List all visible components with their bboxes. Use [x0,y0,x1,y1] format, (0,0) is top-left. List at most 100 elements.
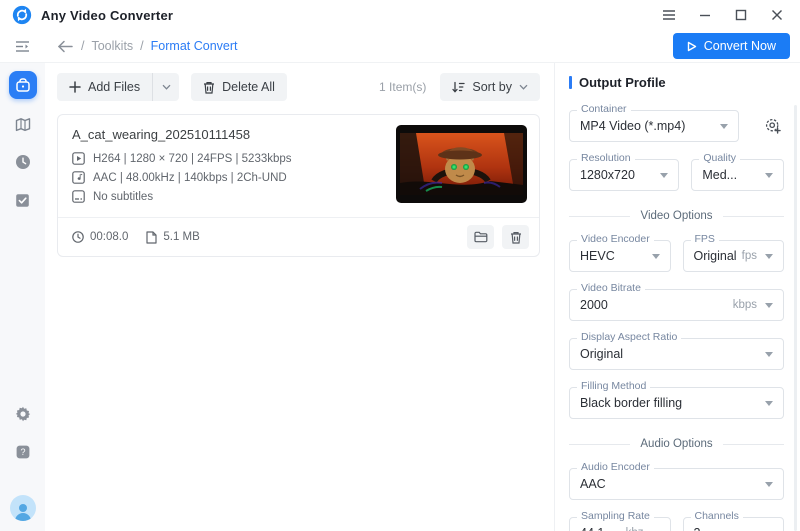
trash-icon [510,231,522,244]
svg-text:?: ? [20,447,25,457]
subtitle-info: No subtitles [93,191,153,203]
audio-info: AAC | 48.00kHz | 140kbps | 2Ch-UND [93,172,287,184]
chevron-down-icon [652,254,660,259]
file-list-area: Add Files Delete All 1 Item(s) Sort by [45,63,555,531]
trash-icon [203,81,215,94]
filling-method-label: Filling Method [577,380,650,392]
panel-title: Output Profile [579,75,666,90]
nav-row: / Toolkits / Format Convert Convert Now [0,30,800,62]
main-content: ? Add Files [0,62,800,531]
audio-encoder-label: Audio Encoder [577,461,654,473]
add-files-dropdown-chevron[interactable] [153,73,179,101]
channels-select[interactable]: Channels 2 [683,517,785,531]
chevron-down-icon [660,173,668,178]
menu-icon[interactable] [658,5,680,25]
file-item-card[interactable]: A_cat_wearing_202510111458 H264 | 1280 ×… [57,114,540,257]
audio-options-divider: Audio Options [569,436,784,452]
video-encoder-label: Video Encoder [577,233,654,245]
duration-stat: 00:08.0 [72,231,128,243]
add-files-label: Add Files [88,80,140,94]
video-options-divider: Video Options [569,208,784,224]
container-value: MP4 Video (*.mp4) [580,119,720,133]
quality-select[interactable]: Quality Med... [691,159,784,191]
delete-all-button[interactable]: Delete All [191,73,287,101]
maximize-button[interactable] [730,5,752,25]
sidebar-collapse-icon[interactable] [0,40,45,53]
fps-unit: fps [742,250,757,262]
file-actions [467,225,529,249]
video-bitrate-unit: kbps [733,299,757,311]
filling-method-value: Black border filling [580,396,765,410]
scrollbar[interactable] [794,105,797,531]
toolbox-icon [15,77,31,93]
display-aspect-ratio-select[interactable]: Display Aspect Ratio Original [569,338,784,370]
sort-icon [452,81,465,93]
panel-header: Output Profile [569,75,784,90]
resolution-select[interactable]: Resolution 1280x720 [569,159,679,191]
container-select[interactable]: Container MP4 Video (*.mp4) [569,110,739,142]
item-count: 1 Item(s) [379,80,426,94]
audio-encoder-select[interactable]: Audio Encoder AAC [569,468,784,500]
chevron-down-icon [765,303,773,308]
sampling-rate-unit: khz [626,527,644,531]
video-bitrate-input[interactable]: Video Bitrate 2000 kbps [569,289,784,321]
convert-now-button[interactable]: Convert Now [673,33,790,59]
video-options-label: Video Options [640,210,712,222]
convert-now-label: Convert Now [704,39,776,53]
back-arrow-icon[interactable] [57,40,73,53]
video-bitrate-value: 2000 [580,298,729,312]
audio-encoder-value: AAC [580,477,765,491]
breadcrumb-separator: / [140,39,143,53]
close-button[interactable] [766,5,788,25]
breadcrumb-separator: / [81,39,84,53]
video-thumbnail[interactable] [396,125,527,203]
folder-icon [474,231,488,243]
audio-info-row: AAC | 48.00kHz | 140kbps | 2Ch-UND [72,171,386,184]
open-folder-button[interactable] [467,225,494,249]
add-files-split-button: Add Files [57,73,179,101]
output-profile-panel: Output Profile Container MP4 Video (*.mp… [555,63,800,531]
delete-all-label: Delete All [222,80,275,94]
filling-method-select[interactable]: Filling Method Black border filling [569,387,784,419]
minimize-button[interactable] [694,5,716,25]
quality-value: Med... [702,168,765,182]
file-info: A_cat_wearing_202510111458 H264 | 1280 ×… [72,125,386,209]
chevron-down-icon [162,84,171,90]
file-card-top: A_cat_wearing_202510111458 H264 | 1280 ×… [58,115,539,217]
display-aspect-ratio-label: Display Aspect Ratio [577,331,681,343]
file-card-footer: 00:08.0 5.1 MB [58,217,539,256]
breadcrumb-toolkits[interactable]: Toolkits [91,39,133,53]
file-size: 5.1 MB [163,231,199,243]
user-avatar[interactable] [10,495,36,521]
accent-bar [569,76,572,89]
help-icon[interactable]: ? [10,439,36,465]
video-encoder-select[interactable]: Video Encoder HEVC [569,240,671,272]
sampling-rate-select[interactable]: Sampling Rate 44.1 khz [569,517,671,531]
resolution-label: Resolution [577,152,635,164]
size-stat: 5.1 MB [146,231,199,244]
quality-label: Quality [699,152,740,164]
add-custom-profile-icon[interactable] [762,115,784,137]
chevron-down-icon [765,401,773,406]
add-files-button[interactable]: Add Files [57,73,152,101]
sidebar-item-converter[interactable] [9,71,37,99]
chevron-down-icon [720,124,728,129]
channels-label: Channels [691,510,743,522]
window-controls [658,5,788,25]
file-icon [146,231,157,244]
subtitle-info-row: No subtitles [72,190,386,203]
audio-options-label: Audio Options [640,438,712,450]
settings-gear-icon[interactable] [10,401,36,427]
fps-select[interactable]: FPS Original fps [683,240,785,272]
sidebar-item-tasks[interactable] [10,187,36,213]
file-name: A_cat_wearing_202510111458 [72,127,386,142]
resolution-value: 1280x720 [580,168,660,182]
fps-value: Original [694,249,738,263]
delete-file-button[interactable] [502,225,529,249]
plus-icon [69,81,81,93]
sidebar-item-history[interactable] [10,149,36,175]
sidebar-item-map[interactable] [10,111,36,137]
video-info-row: H264 | 1280 × 720 | 24FPS | 5233kbps [72,152,386,165]
file-duration: 00:08.0 [90,231,128,243]
sort-by-button[interactable]: Sort by [440,73,540,101]
